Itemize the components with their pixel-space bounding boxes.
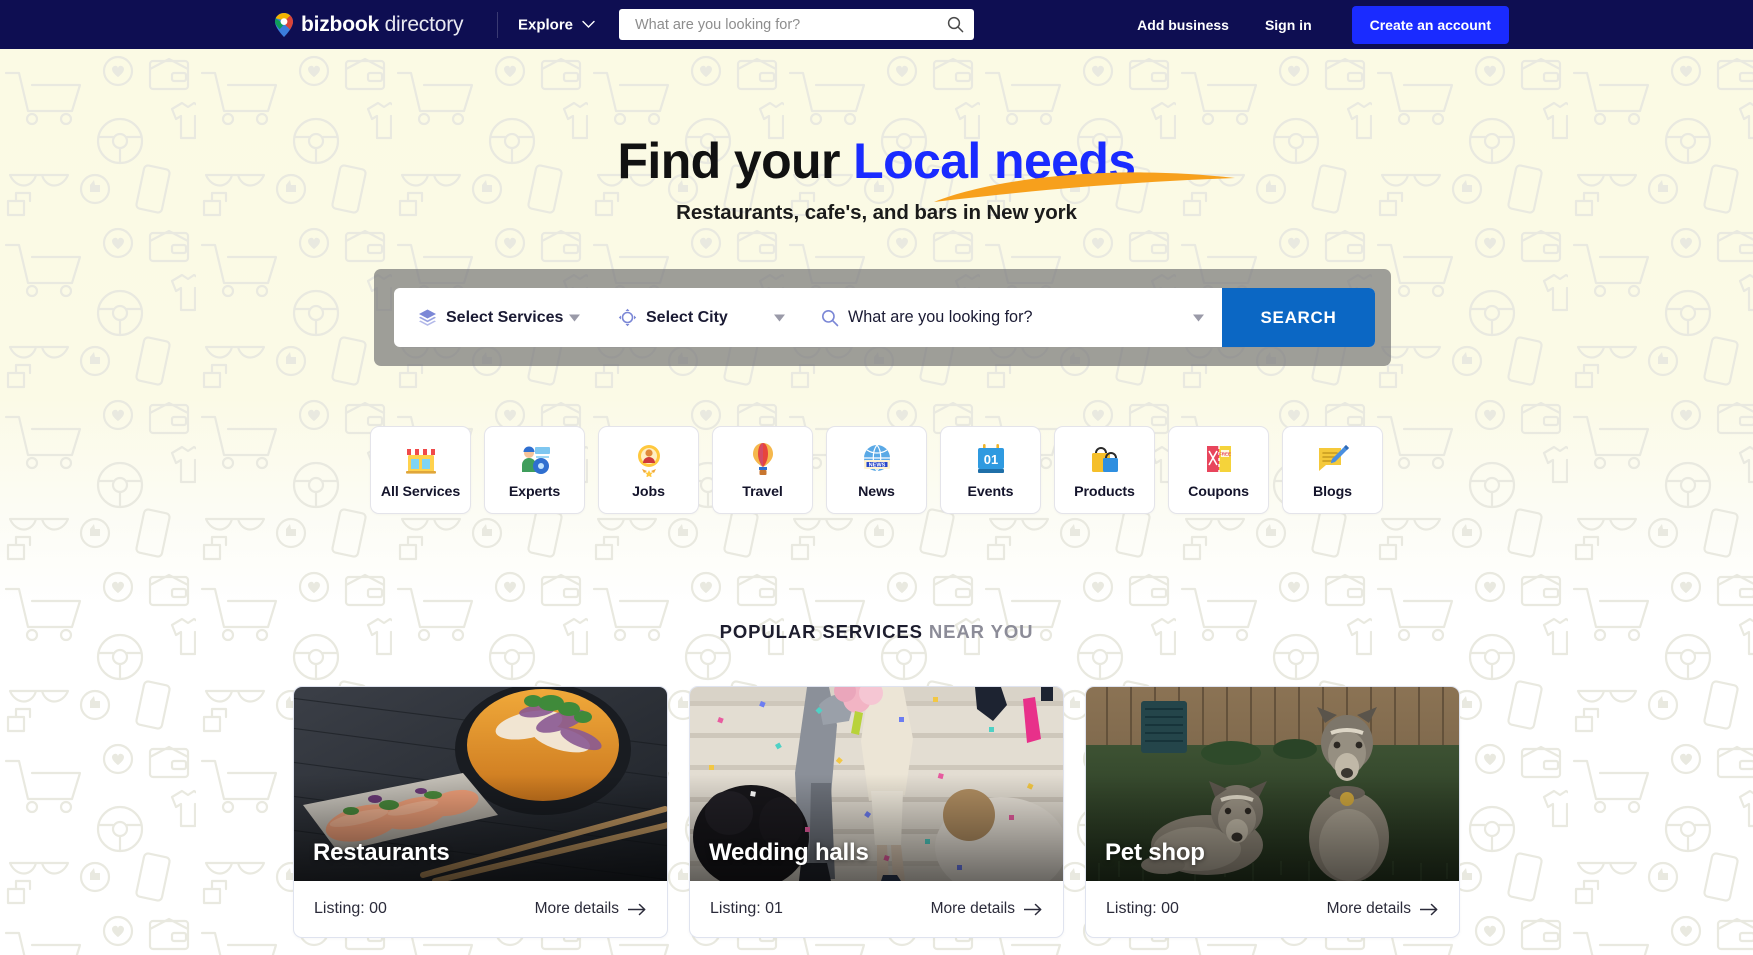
card-footer: Listing: 00 More details <box>1086 881 1459 937</box>
caret-down-icon <box>774 314 785 321</box>
category-label: Coupons <box>1188 483 1249 500</box>
service-card[interactable]: Restaurants Listing: 00 More details <box>293 686 668 938</box>
card-listing-count: Listing: 00 <box>1106 900 1179 917</box>
card-image: Pet shop <box>1086 687 1459 881</box>
more-details-label: More details <box>930 900 1015 917</box>
nav-search-box[interactable] <box>619 9 974 40</box>
category-label: Products <box>1074 483 1135 500</box>
category-tile-coupons[interactable]: FREE Coupons <box>1168 426 1269 514</box>
layers-icon <box>419 309 436 326</box>
brand-name-bold: bizbook <box>301 12 379 36</box>
blog-write-icon <box>1318 444 1349 471</box>
category-tile-news[interactable]: NEWS News <box>826 426 927 514</box>
card-listing-count: Listing: 00 <box>314 900 387 917</box>
popular-services-title: POPULAR SERVICES NEAR YOU <box>0 621 1753 643</box>
svg-text:NEWS: NEWS <box>868 462 885 468</box>
brand-name: bizbook directory <box>301 12 464 37</box>
nav-actions: Add business Sign in Create an account <box>1119 5 1509 44</box>
search-icon[interactable] <box>947 16 964 33</box>
card-title: Restaurants <box>313 839 450 866</box>
map-pin-icon <box>275 12 293 37</box>
category-label: Experts <box>508 483 561 500</box>
category-label: News <box>858 483 895 500</box>
service-card[interactable]: Wedding halls Listing: 01 More details <box>689 686 1064 938</box>
nav-divider <box>497 12 498 38</box>
search-icon <box>822 309 839 326</box>
card-footer: Listing: 01 More details <box>690 881 1063 937</box>
svg-text:01: 01 <box>983 452 997 467</box>
select-city-dropdown[interactable]: Select City <box>594 288 799 347</box>
calendar-icon: 01 <box>977 443 1004 473</box>
card-title: Pet shop <box>1105 839 1205 866</box>
category-tile-jobs[interactable]: Jobs <box>598 426 699 514</box>
popular-title-mute: NEAR YOU <box>922 621 1034 642</box>
select-city-label: Select City <box>646 308 728 326</box>
nav-link-add-business[interactable]: Add business <box>1119 17 1247 33</box>
coupon-icon: FREE <box>1206 445 1231 472</box>
select-services-dropdown[interactable]: Select Services <box>394 288 594 347</box>
nav-search-input[interactable] <box>635 16 947 33</box>
explore-menu[interactable]: Explore <box>518 16 595 33</box>
arrow-right-icon <box>1420 903 1438 915</box>
brand-name-light: directory <box>384 12 464 36</box>
news-globe-icon: NEWS <box>863 444 890 471</box>
headline-part-1: Find your <box>617 133 854 189</box>
storefront-icon <box>405 448 436 474</box>
arrow-right-icon <box>628 903 646 915</box>
select-services-label: Select Services <box>446 308 564 326</box>
hero-subheadline: Restaurants, cafe's, and bars in New yor… <box>676 201 1077 224</box>
headline-accent: Local needs <box>853 133 1136 189</box>
shopping-bags-icon <box>1091 446 1118 472</box>
category-tile-all-services[interactable]: All Services <box>370 426 471 514</box>
card-more-details-link[interactable]: More details <box>1327 900 1439 918</box>
category-tile-products[interactable]: Products <box>1054 426 1155 514</box>
top-navigation-bar: bizbook directory Explore Add business <box>0 0 1753 49</box>
category-label: Events <box>967 483 1014 500</box>
service-card[interactable]: Pet shop Listing: 00 More details <box>1085 686 1460 938</box>
category-label: Blogs <box>1313 483 1352 500</box>
hero-headline: Find your Local needs <box>617 133 1236 202</box>
search-panel: Select Services Select City What are you… <box>394 288 1375 347</box>
search-query-field[interactable] <box>799 288 1222 347</box>
create-account-button[interactable]: Create an account <box>1351 5 1509 44</box>
card-image: Wedding halls <box>690 687 1063 881</box>
hot-air-balloon-icon <box>752 442 773 475</box>
category-tile-events[interactable]: 01 Events <box>940 426 1041 514</box>
svg-text:FREE: FREE <box>1218 451 1230 456</box>
category-label: Travel <box>742 483 783 500</box>
card-image: Restaurants <box>294 687 667 881</box>
caret-down-icon <box>569 314 580 321</box>
card-title: Wedding halls <box>709 839 869 866</box>
category-label: Jobs <box>632 483 665 500</box>
worker-icon <box>521 446 550 474</box>
card-more-details-link[interactable]: More details <box>535 900 647 918</box>
page-root: bizbook directory Explore Add business <box>0 0 1753 955</box>
card-more-details-link[interactable]: More details <box>931 900 1043 918</box>
arrow-right-icon <box>1024 903 1042 915</box>
popular-services-cards: Restaurants Listing: 00 More details Wed… <box>0 686 1753 938</box>
popular-title-strong: POPULAR SERVICES <box>719 621 923 642</box>
category-tile-experts[interactable]: Experts <box>484 426 585 514</box>
card-footer: Listing: 00 More details <box>294 881 667 937</box>
hero-section: Find your Local needs Restaurants, cafe'… <box>0 49 1753 225</box>
search-submit-button[interactable]: SEARCH <box>1222 288 1375 347</box>
more-details-label: More details <box>534 900 619 917</box>
more-details-label: More details <box>1326 900 1411 917</box>
category-tile-travel[interactable]: Travel <box>712 426 813 514</box>
category-label: All Services <box>380 483 461 500</box>
location-target-icon <box>618 308 637 327</box>
caret-down-icon[interactable] <box>1193 314 1204 321</box>
job-badge-icon <box>637 444 660 477</box>
card-listing-count: Listing: 01 <box>710 900 783 917</box>
search-query-input[interactable] <box>848 308 1222 327</box>
brand-logo[interactable]: bizbook directory <box>274 12 464 37</box>
category-tiles: All Services Experts Jobs Travel NEWS Ne… <box>0 426 1753 514</box>
category-tile-blogs[interactable]: Blogs <box>1282 426 1383 514</box>
chevron-down-icon <box>582 20 595 28</box>
explore-label: Explore <box>518 16 574 33</box>
nav-link-sign-in[interactable]: Sign in <box>1247 17 1330 33</box>
